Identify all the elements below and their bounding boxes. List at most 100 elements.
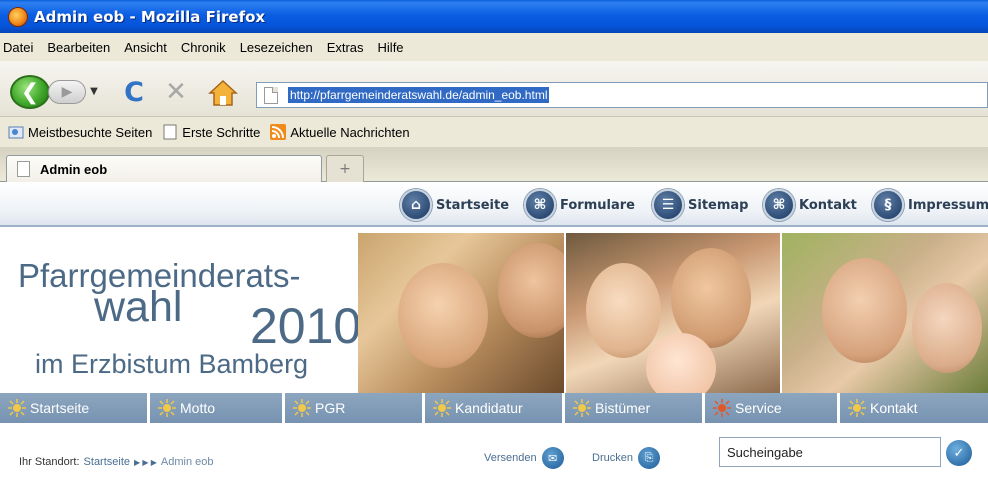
reload-button[interactable]: C (120, 76, 148, 108)
breadcrumb-arrows-icon: ▶ ▶ ▶ (134, 457, 157, 467)
paragraph-icon: § (872, 189, 904, 221)
hero-banner: Pfarrgemeinderats- wahl 2010 im Erzbistu… (0, 233, 988, 393)
search-input[interactable] (719, 437, 941, 467)
topnav-kontakt[interactable]: ⌘ Kontakt (763, 189, 857, 221)
page-subbar: Ihr Standort: Startseite ▶ ▶ ▶ Admin eob… (0, 423, 988, 479)
firefox-logo-icon (8, 6, 28, 27)
search-submit-button[interactable]: ✓ (946, 440, 972, 466)
category-startseite[interactable]: Startseite (0, 393, 150, 423)
category-motto[interactable]: Motto (150, 393, 285, 423)
sun-icon (713, 399, 731, 417)
category-label: Motto (180, 400, 216, 416)
top-navigation: ⌂ Startseite ⌘ Formulare ☰ Sitemap ⌘ Kon… (0, 182, 988, 227)
sun-icon (433, 399, 451, 417)
menu-ansicht[interactable]: Ansicht (124, 40, 167, 55)
topnav-startseite[interactable]: ⌂ Startseite (400, 189, 509, 221)
photo-elderly-couple (782, 233, 988, 393)
category-bistuemer[interactable]: Bistümer (565, 393, 705, 423)
topnav-sitemap[interactable]: ☰ Sitemap (652, 189, 748, 221)
hero-line-4: im Erzbistum Bamberg (35, 349, 309, 379)
rss-feed-icon (270, 124, 287, 140)
address-bar[interactable]: http://pfarrgemeinderatswahl.de/admin_eo… (256, 82, 988, 108)
forward-button[interactable]: ▶ (48, 80, 86, 104)
home-icon: ⌂ (400, 189, 432, 221)
stop-button[interactable]: ✕ (162, 77, 190, 107)
home-icon (208, 79, 238, 106)
topnav-formulare[interactable]: ⌘ Formulare (524, 189, 635, 221)
topnav-impressum[interactable]: § Impressum (872, 189, 988, 221)
tab-admin-eob[interactable]: Admin eob (6, 155, 322, 182)
photo-young-women (358, 233, 564, 393)
browser-window: Admin eob - Mozilla Firefox Datei Bearbe… (0, 0, 988, 479)
forward-arrow-icon: ▶ (61, 84, 73, 100)
menu-bearbeiten[interactable]: Bearbeiten (47, 40, 110, 55)
web-page: ⌂ Startseite ⌘ Formulare ☰ Sitemap ⌘ Kon… (0, 182, 988, 479)
bookmark-erste-schritte[interactable]: Erste Schritte (162, 124, 260, 140)
url-text[interactable]: http://pfarrgemeinderatswahl.de/admin_eo… (288, 87, 550, 103)
topnav-label: Startseite (436, 197, 510, 213)
sun-icon (848, 399, 866, 417)
list-icon: ☰ (652, 189, 684, 221)
page-icon (17, 161, 30, 177)
close-icon: ✕ (165, 77, 187, 107)
plus-icon: + (339, 161, 351, 177)
category-label: Bistümer (595, 400, 651, 416)
check-icon: ✓ (953, 445, 965, 461)
form-icon: ⌘ (524, 189, 556, 221)
topnav-label: Formulare (560, 197, 635, 213)
category-label: Startseite (30, 400, 90, 416)
tab-strip: Admin eob + (0, 147, 988, 182)
bookmark-meistbesuchte[interactable]: Meistbesuchte Seiten (8, 124, 152, 140)
smart-bookmark-icon (8, 126, 24, 139)
menu-lesezeichen[interactable]: Lesezeichen (240, 40, 313, 55)
sun-icon (573, 399, 591, 417)
chevron-down-icon: ▼ (90, 85, 98, 97)
bookmark-label: Meistbesuchte Seiten (28, 124, 153, 140)
category-label: Kontakt (870, 400, 918, 416)
sun-icon (158, 399, 176, 417)
breadcrumb: Ihr Standort: Startseite ▶ ▶ ▶ Admin eob (19, 456, 214, 468)
back-arrow-icon: ❮ (20, 79, 40, 105)
sun-icon (293, 399, 311, 417)
menu-datei[interactable]: Datei (3, 40, 33, 55)
home-button[interactable] (208, 79, 238, 107)
bookmarks-toolbar: Meistbesuchte Seiten Erste Schritte Aktu… (0, 117, 988, 147)
page-icon (264, 86, 278, 104)
tab-title: Admin eob (40, 161, 108, 177)
navigation-toolbar: ❮ ▶ ▼ C ✕ http://pfarrgemeinderatswahl.d… (0, 61, 988, 117)
title-bar: Admin eob - Mozilla Firefox (0, 0, 988, 33)
page-icon (163, 124, 177, 140)
back-button[interactable]: ❮ (10, 75, 50, 109)
history-dropdown-button[interactable]: ▼ (88, 85, 100, 97)
hero-title: Pfarrgemeinderats- wahl 2010 im Erzbistu… (0, 233, 361, 393)
breadcrumb-current: Admin eob (160, 456, 214, 468)
menu-chronik[interactable]: Chronik (181, 40, 226, 55)
send-button[interactable]: Versenden ✉ (484, 447, 564, 469)
category-pgr[interactable]: PGR (285, 393, 425, 423)
category-label: Kandidatur (455, 400, 523, 416)
bookmark-aktuelle-nachrichten[interactable]: Aktuelle Nachrichten (270, 124, 410, 140)
hero-year: 2010 (250, 298, 362, 354)
menu-hilfe[interactable]: Hilfe (378, 40, 404, 55)
menu-extras[interactable]: Extras (327, 40, 364, 55)
new-tab-button[interactable]: + (326, 155, 364, 182)
window-title: Admin eob - Mozilla Firefox (34, 7, 266, 26)
print-button[interactable]: Drucken ⎘ (592, 447, 660, 469)
category-kontakt[interactable]: Kontakt (840, 393, 988, 423)
category-service[interactable]: Service (705, 393, 840, 423)
sun-icon (8, 399, 26, 417)
topnav-label: Kontakt (799, 197, 857, 213)
topnav-label: Sitemap (688, 197, 749, 213)
bookmark-label: Erste Schritte (182, 124, 261, 140)
reload-icon: C (124, 76, 144, 108)
category-kandidatur[interactable]: Kandidatur (425, 393, 565, 423)
bookmark-label: Aktuelle Nachrichten (290, 124, 410, 140)
send-label: Versenden (484, 452, 537, 464)
category-navigation: Startseite Motto PGR Kandidatur Bistümer… (0, 393, 988, 423)
contact-icon: ⌘ (763, 189, 795, 221)
breadcrumb-label: Ihr Standort: (19, 456, 80, 468)
breadcrumb-home-link[interactable]: Startseite (84, 456, 130, 468)
topnav-label: Impressum (908, 197, 988, 213)
photo-family (566, 233, 780, 393)
menu-bar: Datei Bearbeiten Ansicht Chronik Lesezei… (0, 33, 988, 61)
